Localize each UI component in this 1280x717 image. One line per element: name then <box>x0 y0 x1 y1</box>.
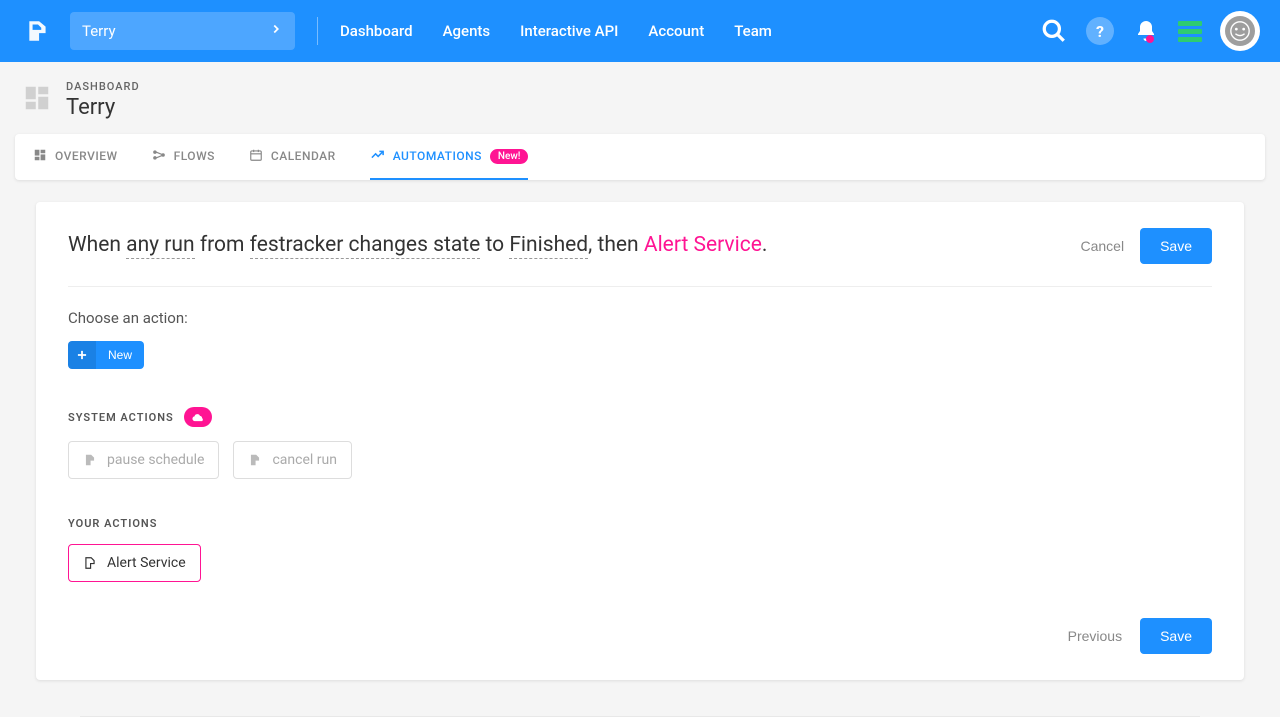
breadcrumb: DASHBOARD <box>66 80 140 93</box>
notifications-icon[interactable] <box>1132 17 1160 45</box>
prefect-icon <box>83 556 97 570</box>
nav-team[interactable]: Team <box>734 22 772 40</box>
pause-schedule-chip[interactable]: pause schedule <box>68 441 219 479</box>
rule-row: When any run from festracker changes sta… <box>68 228 1212 287</box>
app-header: Terry Dashboard Agents Interactive API A… <box>0 0 1280 62</box>
avatar[interactable] <box>1220 11 1260 51</box>
chip-label: cancel run <box>272 452 337 468</box>
choose-action-label: Choose an action: <box>68 309 1212 327</box>
tab-automations[interactable]: AUTOMATIONS New! <box>370 134 529 180</box>
system-actions-heading: SYSTEM ACTIONS <box>68 407 1212 427</box>
tab-label: FLOWS <box>174 149 215 163</box>
cancel-run-chip[interactable]: cancel run <box>233 441 352 479</box>
page-title: Terry <box>66 95 140 120</box>
rule-action-token[interactable]: Alert Service <box>644 233 762 257</box>
new-button-label: New <box>96 348 144 362</box>
nav-dashboard[interactable]: Dashboard <box>340 22 413 40</box>
dashboard-icon <box>22 83 52 117</box>
main-nav: Dashboard Agents Interactive API Account… <box>340 22 772 40</box>
chip-label: pause schedule <box>107 452 204 468</box>
prefect-icon <box>83 453 97 467</box>
save-button[interactable]: Save <box>1140 228 1212 264</box>
new-badge: New! <box>490 149 529 164</box>
automations-icon <box>370 147 385 165</box>
queue-status-icon[interactable] <box>1178 21 1202 42</box>
plus-icon <box>68 341 96 369</box>
previous-button[interactable]: Previous <box>1068 628 1122 644</box>
new-action-button[interactable]: New <box>68 341 144 369</box>
tabs: OVERVIEW FLOWS CALENDAR AUTOMATIONS New! <box>15 134 1265 180</box>
rule-text: from <box>195 233 250 257</box>
project-selector[interactable]: Terry <box>70 12 295 50</box>
rule-text: When <box>68 233 126 257</box>
system-actions-row: pause schedule cancel run <box>68 441 1212 479</box>
tab-flows[interactable]: FLOWS <box>152 134 215 180</box>
flow-icon <box>152 148 166 165</box>
cancel-button[interactable]: Cancel <box>1080 238 1124 254</box>
tab-overview[interactable]: OVERVIEW <box>33 134 118 180</box>
tab-label: AUTOMATIONS <box>393 149 482 163</box>
footer-actions: Previous Save <box>68 618 1212 654</box>
chevron-right-icon <box>269 22 283 40</box>
header-actions: ? <box>1040 11 1260 51</box>
rule-text: . <box>762 233 768 257</box>
breadcrumb-area: DASHBOARD Terry <box>0 62 1280 134</box>
tab-label: CALENDAR <box>271 149 336 163</box>
save-button-footer[interactable]: Save <box>1140 618 1212 654</box>
help-icon[interactable]: ? <box>1086 17 1114 45</box>
rule-sentence: When any run from festracker changes sta… <box>68 230 767 262</box>
automation-card: When any run from festracker changes sta… <box>36 202 1244 680</box>
rule-run-token[interactable]: any run <box>126 233 194 259</box>
tab-calendar[interactable]: CALENDAR <box>249 134 336 180</box>
nav-interactive-api[interactable]: Interactive API <box>520 22 618 40</box>
rule-text: to <box>480 233 509 257</box>
chip-label: Alert Service <box>107 555 186 571</box>
calendar-icon <box>249 148 263 165</box>
rule-actions: Cancel Save <box>1080 228 1212 264</box>
project-name: Terry <box>82 22 116 40</box>
prefect-icon <box>248 453 262 467</box>
app-logo[interactable] <box>20 13 56 49</box>
system-actions-label: SYSTEM ACTIONS <box>68 411 174 424</box>
nav-account[interactable]: Account <box>648 22 704 40</box>
rule-flow-token[interactable]: festracker changes state <box>250 233 481 259</box>
nav-agents[interactable]: Agents <box>443 22 491 40</box>
your-actions-heading: YOUR ACTIONS <box>68 517 1212 530</box>
grid-icon <box>33 148 47 165</box>
notification-dot <box>1146 35 1154 43</box>
rule-state-token[interactable]: Finished <box>509 233 588 259</box>
tab-label: OVERVIEW <box>55 149 118 163</box>
search-icon[interactable] <box>1040 17 1068 45</box>
your-actions-row: Alert Service <box>68 544 1212 582</box>
cloud-icon <box>184 407 212 427</box>
header-divider <box>317 17 318 45</box>
alert-service-chip[interactable]: Alert Service <box>68 544 201 582</box>
rule-text: , then <box>588 233 644 257</box>
